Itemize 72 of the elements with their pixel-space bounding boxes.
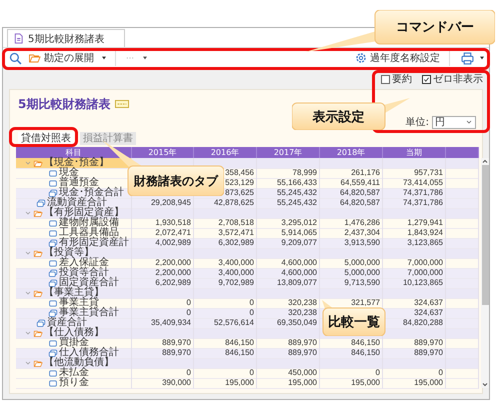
table-cell: 195,000 [194,378,257,389]
chevron-down-icon[interactable] [24,249,32,257]
folder-icon [33,248,43,258]
account-label: 買掛金 [59,338,89,348]
name-settings-button[interactable]: 過年度名称設定 [353,49,442,67]
tree-item[interactable]: 預り金 [16,378,132,389]
search-icon[interactable] [9,52,22,64]
print-icon[interactable] [461,52,474,64]
account-label: 流動資産合計 [47,198,107,208]
expand-button[interactable]: 勘定の展開 [26,49,96,67]
account-label: 投資等合計 [59,268,109,278]
caret-icon[interactable] [141,54,149,62]
checkbox-label[interactable]: 要約 [392,74,412,86]
chevron-down-icon[interactable] [24,209,32,217]
unit-dropdown[interactable]: 円 [432,116,476,128]
checkbox-label[interactable]: ゼロ非表示 [433,74,483,86]
table-cell: 195,000 [383,378,446,389]
tab-label: 5期比較財務諸表 [28,32,104,46]
folder-icon [33,158,43,168]
account-label: 未払金 [59,368,89,378]
document-icon [48,338,58,348]
document-icon [48,298,58,308]
account-label: 事業主貸 [59,298,99,308]
chevron-down-icon[interactable] [24,289,32,297]
chevron-down-icon [465,118,473,126]
account-label: 【他流動負債】 [44,358,114,368]
scrollbar-thumb[interactable] [482,165,488,305]
folder-icon [28,52,41,64]
scrollbar[interactable] [481,158,489,388]
chevron-down-icon[interactable] [24,359,32,367]
account-label: 有形固定資産計 [59,238,129,248]
account-label: 事業主貸合計 [59,308,119,318]
chevron-down-icon[interactable] [24,329,32,337]
account-label: 【仕入債務】 [44,328,104,338]
scroll-down-icon[interactable] [481,381,489,388]
account-label: 【有形固定資産】 [44,208,124,218]
table-cell: 195,000 [257,378,320,389]
table-cell: 390,000 [132,378,194,389]
account-label: 普通預金 [59,178,99,188]
callout-tooltip: コマンドバー [305,10,495,52]
scroll-up-icon[interactable] [481,158,489,165]
checkbox[interactable] [422,75,431,84]
account-label: 【現金･預金】 [44,158,109,168]
account-label: 工具器具備品 [59,228,119,238]
stack-icon [48,348,58,358]
account-label: 現金 [59,168,79,178]
account-label: 資産合計 [47,318,87,328]
account-label: 建物附属設備 [59,218,119,228]
folder-icon [33,328,43,338]
tag-icon [115,100,130,108]
account-label: 仕入債務合計 [59,348,119,358]
caret-icon[interactable] [100,54,108,62]
table-cell: 195,000 [320,378,383,389]
caret-icon[interactable] [478,54,486,62]
settings-icon [355,52,367,64]
folder-icon [33,288,43,298]
account-label: 【投資等】 [44,248,94,258]
folder-icon [33,358,43,368]
account-label: 現金･預金合計 [59,188,124,198]
account-label: 固定資産合計 [59,278,119,288]
document-icon [13,33,24,44]
highlight-frame [9,127,78,147]
report-title: 5期比較財務諸表 [18,96,110,112]
account-label: 預り金 [59,378,89,388]
document-tab[interactable]: 5期比較財務諸表 [7,29,126,47]
checkbox[interactable] [381,75,390,84]
folder-icon [33,208,43,218]
account-label: 差入保証金 [59,258,109,268]
document-icon [48,258,58,268]
account-label: 【事業主貸】 [44,288,104,298]
stack-icon [48,238,58,248]
report-tab[interactable]: 貸借対照表 [18,132,74,145]
